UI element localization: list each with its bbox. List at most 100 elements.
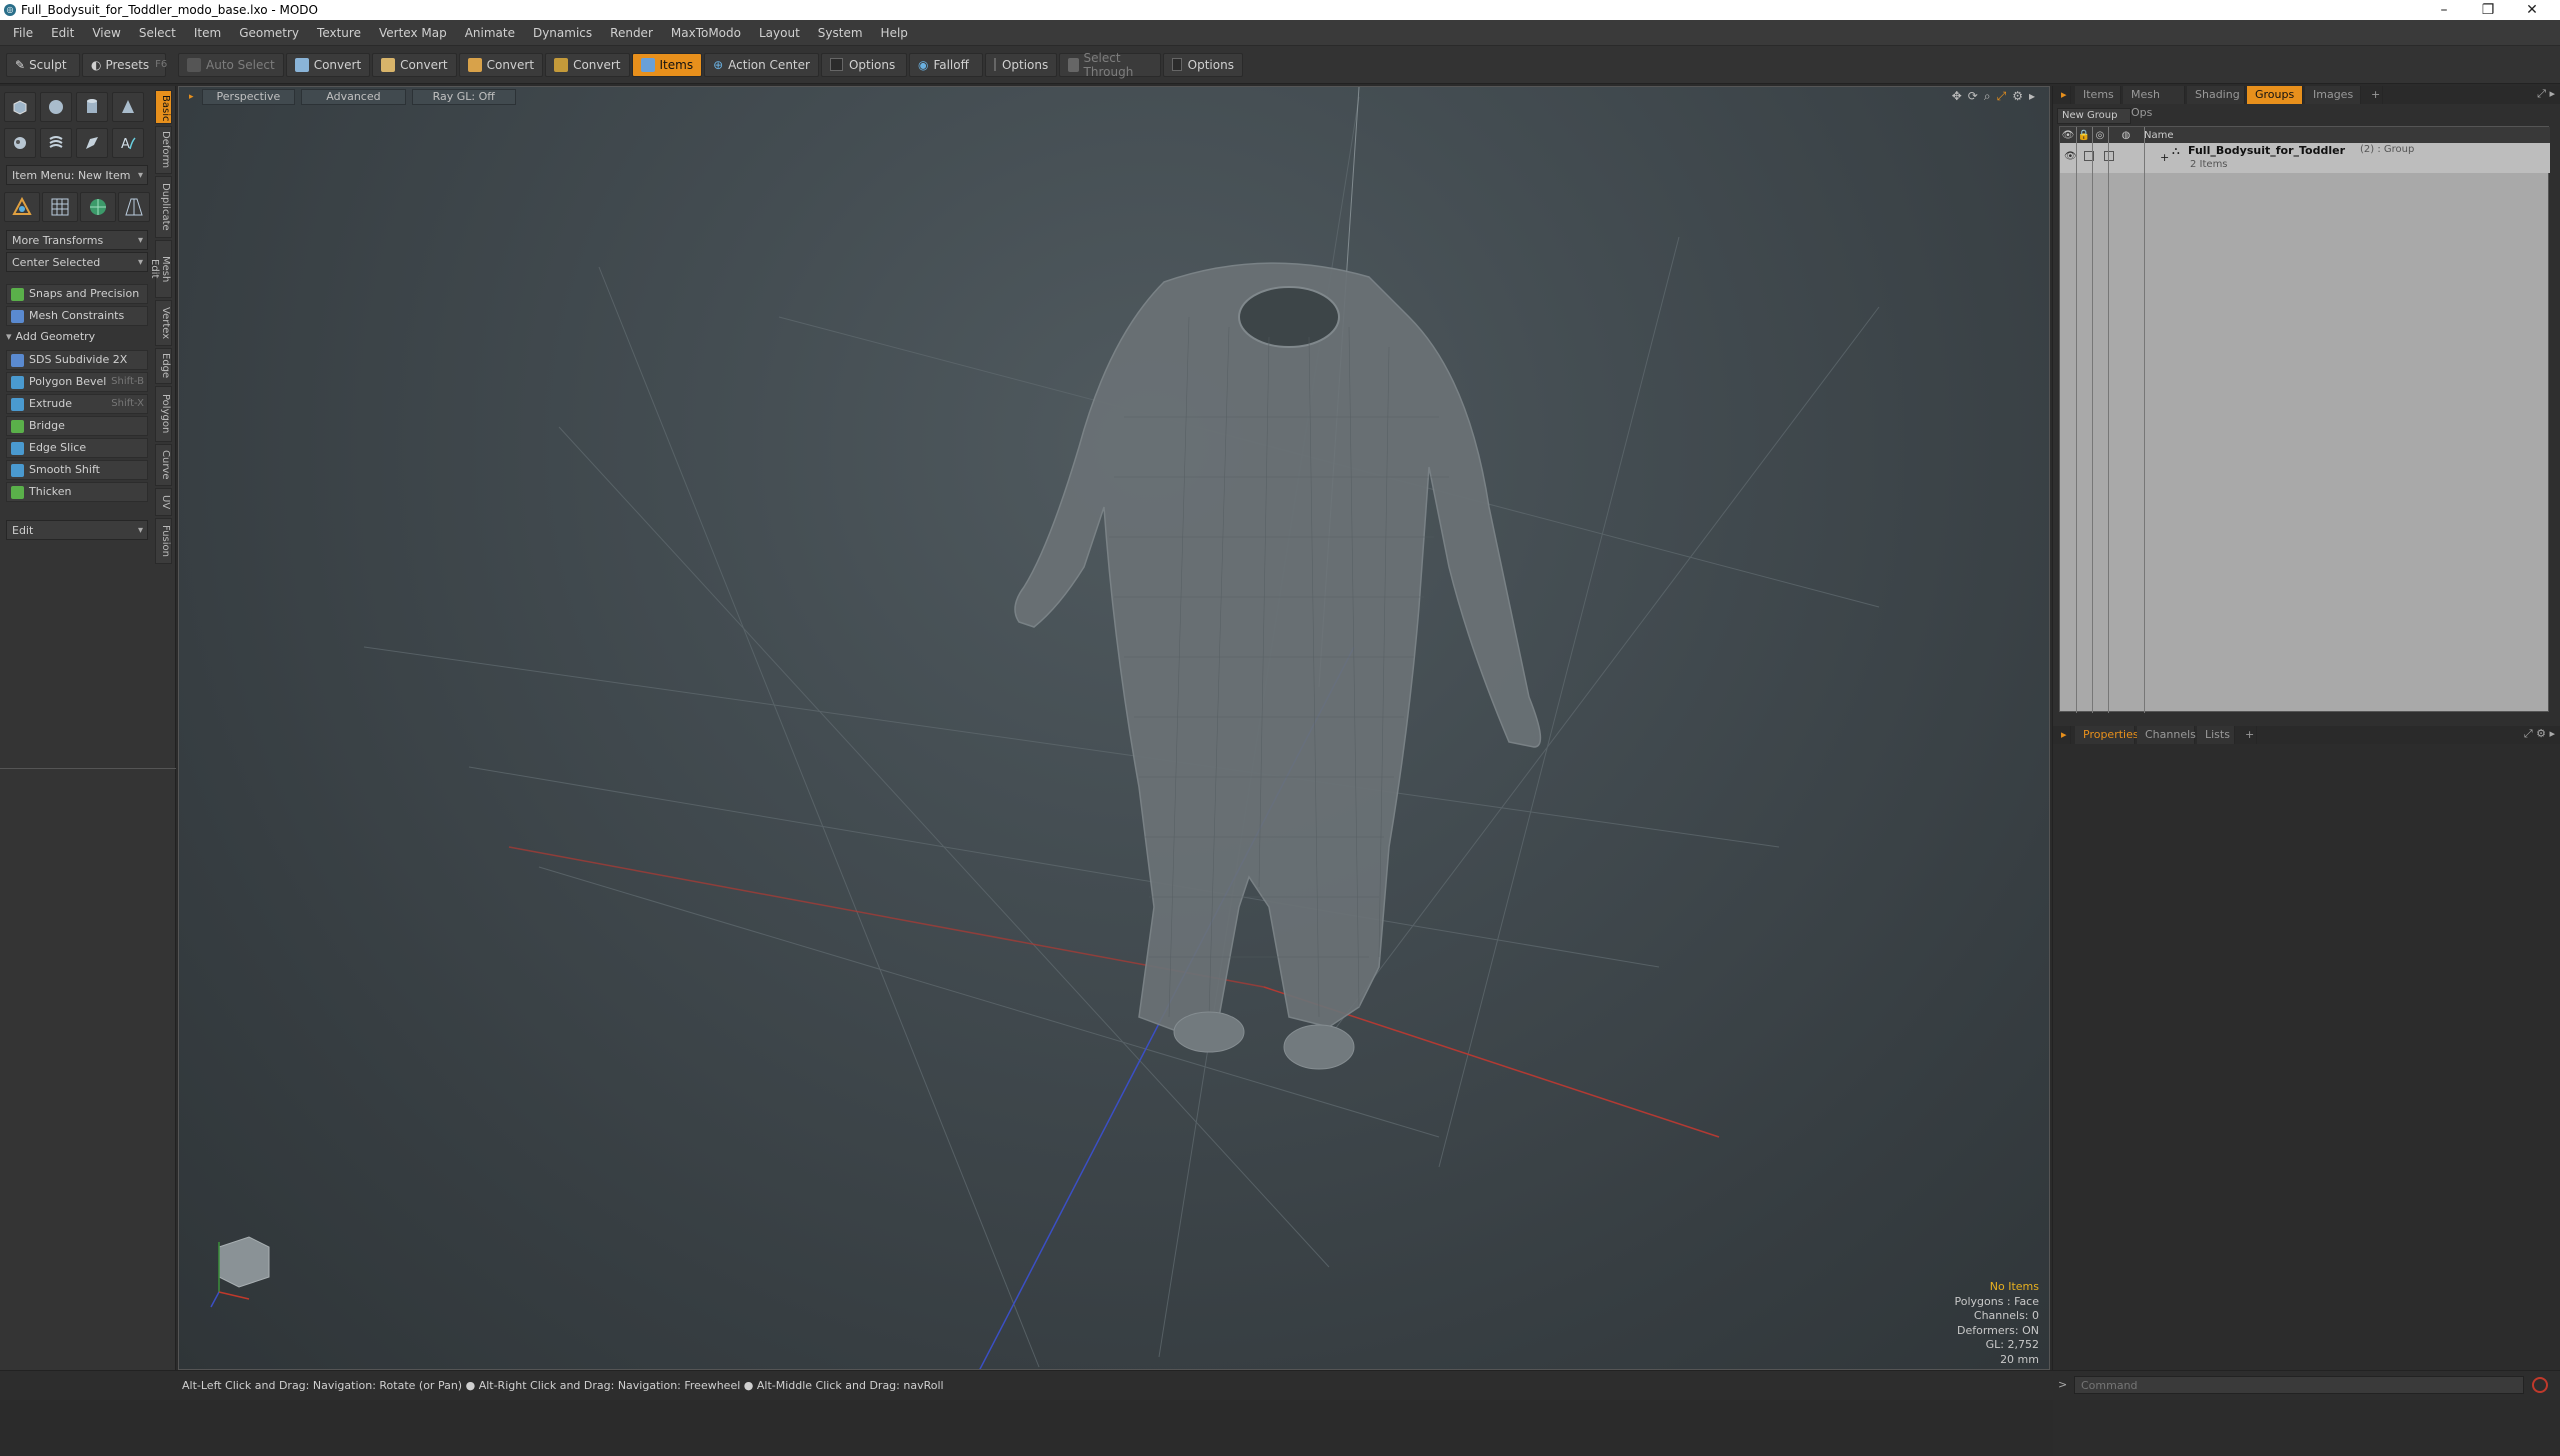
center-selected-dropdown[interactable]: Center Selected bbox=[6, 252, 148, 272]
row-visibility-icon[interactable]: 👁 bbox=[2064, 151, 2077, 162]
pan-icon[interactable]: ✥ bbox=[1952, 89, 1962, 104]
visibility-column-icon[interactable]: 👁 bbox=[2060, 130, 2076, 141]
convert-materials-button[interactable]: Convert bbox=[545, 52, 630, 77]
panel-expand-icon[interactable]: ⤢ ▸ bbox=[2537, 87, 2555, 101]
auto-select-button[interactable]: Auto Select bbox=[178, 52, 284, 77]
tab-basic[interactable]: Basic bbox=[155, 90, 172, 124]
render-column-icon[interactable]: ◍ bbox=[2108, 130, 2144, 141]
restore-button[interactable]: ❐ bbox=[2468, 0, 2508, 20]
new-group-button[interactable]: New Group bbox=[2057, 108, 2131, 124]
convert-edges-button[interactable]: Convert bbox=[372, 52, 457, 77]
menu-render[interactable]: Render bbox=[610, 26, 653, 40]
record-icon[interactable] bbox=[2532, 1377, 2548, 1393]
group-row[interactable]: 👁 + ⛬ Full_Bodysuit_for_Toddler (2) : Gr… bbox=[2060, 143, 2550, 173]
group-name[interactable]: Full_Bodysuit_for_Toddler bbox=[2188, 144, 2345, 157]
groups-list[interactable]: 👁 🔒 ◎ ◍ Name 👁 + ⛬ Full_Bodysuit_for_Tod… bbox=[2059, 126, 2550, 713]
grid-icon[interactable] bbox=[42, 192, 78, 222]
expand-icon[interactable]: + bbox=[2160, 151, 2169, 164]
add-tab-button[interactable]: + bbox=[2363, 86, 2383, 104]
sphere-icon[interactable] bbox=[40, 92, 72, 122]
items-mode-button[interactable]: Items bbox=[631, 52, 703, 77]
tab-images[interactable]: Images bbox=[2305, 86, 2361, 104]
add-geometry-header[interactable]: ▾ Add Geometry bbox=[6, 330, 95, 343]
falloff-options[interactable]: Options bbox=[984, 52, 1057, 77]
snaps-precision-button[interactable]: Snaps and Precision bbox=[6, 284, 148, 304]
cube-icon[interactable] bbox=[4, 92, 36, 122]
menu-animate[interactable]: Animate bbox=[465, 26, 515, 40]
menu-dynamics[interactable]: Dynamics bbox=[533, 26, 592, 40]
action-center-options[interactable]: Options bbox=[820, 52, 907, 77]
perspective-button[interactable]: Perspective bbox=[201, 89, 296, 105]
menu-edit[interactable]: Edit bbox=[51, 26, 74, 40]
menu-item[interactable]: Item bbox=[194, 26, 221, 40]
close-button[interactable]: ✕ bbox=[2512, 0, 2552, 20]
edit-dropdown[interactable]: Edit bbox=[6, 520, 148, 540]
sculpt-button[interactable]: ✎ Sculpt bbox=[6, 52, 80, 77]
menu-file[interactable]: File bbox=[13, 26, 33, 40]
row-select-toggle[interactable] bbox=[2104, 151, 2114, 161]
select-through-options[interactable]: Options bbox=[1162, 52, 1243, 77]
advanced-button[interactable]: Advanced bbox=[301, 89, 406, 105]
options-checkbox[interactable] bbox=[829, 58, 843, 71]
menu-system[interactable]: System bbox=[818, 26, 863, 40]
sds-subdivide-button[interactable]: SDS Subdivide 2X bbox=[6, 350, 148, 370]
menu-view[interactable]: View bbox=[92, 26, 120, 40]
edge-slice-button[interactable]: Edge Slice bbox=[6, 438, 148, 458]
menu-layout[interactable]: Layout bbox=[759, 26, 800, 40]
spiral-icon[interactable] bbox=[40, 128, 72, 158]
menu-help[interactable]: Help bbox=[881, 26, 908, 40]
smooth-shift-button[interactable]: Smooth Shift bbox=[6, 460, 148, 480]
thicken-button[interactable]: Thicken bbox=[6, 482, 148, 502]
panel-menu-icon[interactable]: ▸ bbox=[2061, 86, 2071, 104]
raygl-button[interactable]: Ray GL: Off bbox=[411, 89, 516, 105]
pen-icon[interactable] bbox=[76, 128, 108, 158]
bridge-button[interactable]: Bridge bbox=[6, 416, 148, 436]
3d-viewport[interactable]: ▸ Perspective Advanced Ray GL: Off ✥ ⟳ ⌕… bbox=[178, 86, 2050, 1370]
menu-texture[interactable]: Texture bbox=[317, 26, 361, 40]
tab-properties[interactable]: Properties bbox=[2075, 726, 2139, 744]
falloff-button[interactable]: ◉ Falloff bbox=[908, 52, 983, 77]
viewport-gear-icon[interactable]: ⚙ bbox=[2012, 89, 2023, 104]
tab-uv[interactable]: UV bbox=[155, 488, 172, 516]
tab-edge[interactable]: Edge bbox=[155, 348, 172, 384]
extrude-button[interactable]: Extrude Shift-X bbox=[6, 394, 148, 414]
cone-icon[interactable] bbox=[112, 92, 144, 122]
mesh-constraints-button[interactable]: Mesh Constraints bbox=[6, 306, 148, 326]
falloff-options-checkbox[interactable] bbox=[993, 58, 996, 71]
tab-duplicate[interactable]: Duplicate bbox=[155, 176, 172, 238]
item-menu-dropdown[interactable]: Item Menu: New Item bbox=[6, 165, 148, 185]
action-center-button[interactable]: ⊕ Action Center bbox=[704, 52, 819, 77]
presets-button[interactable]: ◐ Presets F6 bbox=[82, 52, 167, 77]
minimize-button[interactable]: – bbox=[2424, 0, 2464, 20]
transform-icon[interactable] bbox=[4, 192, 40, 222]
capsule-icon[interactable] bbox=[4, 128, 36, 158]
tab-mesh-ops[interactable]: Mesh Ops bbox=[2123, 86, 2185, 119]
tab-deform[interactable]: Deform bbox=[155, 126, 172, 174]
text-icon[interactable]: A bbox=[112, 128, 144, 158]
select-through-button[interactable]: Select Through bbox=[1058, 51, 1161, 79]
viewport-menu-icon[interactable]: ▸ bbox=[189, 92, 194, 102]
tab-lists[interactable]: Lists bbox=[2197, 726, 2235, 744]
tab-vertex[interactable]: Vertex bbox=[155, 300, 172, 346]
menu-maxtomodo[interactable]: MaxToModo bbox=[671, 26, 741, 40]
polygon-bevel-button[interactable]: Polygon Bevel Shift-B bbox=[6, 372, 148, 392]
convert-polygons-button[interactable]: Convert bbox=[458, 52, 544, 77]
select-column-icon[interactable]: ◎ bbox=[2092, 130, 2108, 141]
globe-icon[interactable] bbox=[80, 192, 116, 222]
cylinder-icon[interactable] bbox=[76, 92, 108, 122]
lock-column-icon[interactable]: 🔒 bbox=[2076, 130, 2092, 141]
tab-fusion[interactable]: Fusion bbox=[155, 518, 172, 564]
more-transforms-dropdown[interactable]: More Transforms bbox=[6, 230, 148, 250]
props-expand-icon[interactable]: ⤢ ⚙ ▸ bbox=[2524, 727, 2555, 741]
rotate-icon[interactable]: ⟳ bbox=[1968, 89, 1978, 104]
tab-channels[interactable]: Channels bbox=[2137, 726, 2196, 744]
command-input[interactable] bbox=[2074, 1376, 2524, 1394]
convert-vertices-button[interactable]: Convert bbox=[285, 52, 371, 77]
tab-groups[interactable]: Groups bbox=[2247, 86, 2303, 104]
menu-geometry[interactable]: Geometry bbox=[239, 26, 299, 40]
fit-icon[interactable]: ⤢ bbox=[1997, 89, 2007, 104]
name-column-header[interactable]: Name bbox=[2144, 130, 2174, 141]
viewport-expand-icon[interactable]: ▸ bbox=[2029, 89, 2035, 104]
menu-vertex-map[interactable]: Vertex Map bbox=[379, 26, 447, 40]
tab-shading[interactable]: Shading bbox=[2187, 86, 2245, 104]
